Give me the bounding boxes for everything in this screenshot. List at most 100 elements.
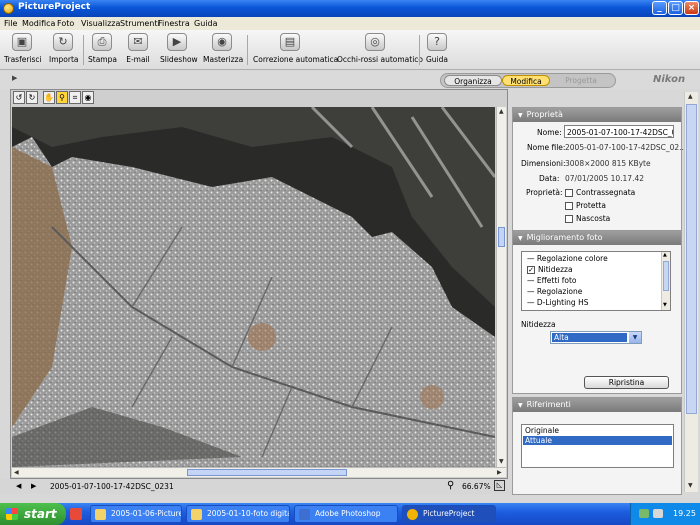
email-button[interactable]: ✉ E-mail: [124, 33, 152, 69]
scroll-down-arrow-icon[interactable]: ▼: [499, 458, 504, 465]
panel-toggle-icon[interactable]: ▶: [12, 74, 17, 82]
menu-modifica[interactable]: Modifica: [22, 19, 55, 28]
hand-pan-icon[interactable]: ✋: [43, 91, 55, 104]
scroll-thumb[interactable]: [187, 469, 347, 476]
toolbar-divider: [247, 35, 248, 65]
auto-correct-button[interactable]: ▤ Correzione automatica: [253, 33, 339, 69]
list-item-selected[interactable]: Attuale: [523, 436, 672, 445]
help-button[interactable]: ? Guida: [425, 33, 449, 69]
mode-tabs: Organizza Modifica Progetta: [440, 73, 616, 88]
enhancement-list: — Regolazione colore ✓ Nitidezza — Effet…: [521, 251, 671, 311]
zoom-level: 66.67%: [462, 482, 491, 491]
title-bar: PictureProject _ □ ×: [0, 0, 700, 17]
taskbar-item[interactable]: 2005-01-06-Picture P...: [90, 505, 182, 523]
maximize-button[interactable]: □: [668, 1, 683, 15]
auto-correct-icon: ▤: [280, 33, 300, 51]
main-toolbar: ▣ Trasferisci ↻ Importa ⎙ Stampa ✉ E-mai…: [0, 30, 700, 70]
magnifier-icon[interactable]: ⚲: [447, 480, 454, 491]
taskbar-item-active[interactable]: PictureProject: [402, 505, 496, 523]
minimize-button[interactable]: _: [652, 1, 667, 15]
auto-correct-label: Correzione automatica: [253, 55, 339, 64]
sharpness-checkbox[interactable]: ✓: [527, 266, 535, 274]
viewer-vertical-scrollbar[interactable]: ▲ ▼: [496, 107, 506, 467]
scroll-up-arrow-icon[interactable]: ▲: [663, 252, 667, 258]
flagged-checkbox[interactable]: [565, 189, 573, 197]
slideshow-icon: ▶: [167, 33, 187, 51]
sharpness-select[interactable]: Alta ▼: [550, 331, 642, 344]
slideshow-button[interactable]: ▶ Slideshow: [160, 33, 198, 69]
references-header[interactable]: ▼ Riferimenti: [513, 398, 681, 412]
speaker-icon[interactable]: [653, 509, 663, 518]
protected-checkbox[interactable]: [565, 202, 573, 210]
menu-foto[interactable]: Foto: [57, 19, 74, 28]
red-eye-button[interactable]: ◎ Occhi-rossi automatico: [337, 33, 424, 69]
date-value: 07/01/2005 10.17.42: [565, 174, 645, 183]
menu-guida[interactable]: Guida: [194, 19, 217, 28]
start-button[interactable]: start: [0, 503, 66, 525]
status-filename: 2005-01-07-100-17-42DSC_0231: [50, 482, 174, 491]
fit-window-icon[interactable]: ◺: [494, 480, 505, 491]
crop-icon[interactable]: ⌗: [69, 91, 81, 104]
red-eye-label: Occhi-rossi automatico: [337, 55, 424, 64]
burn-button[interactable]: ◉ Masterizza: [203, 33, 243, 69]
scroll-right-arrow-icon[interactable]: ▶: [497, 469, 502, 476]
next-photo-icon[interactable]: ▶: [31, 482, 36, 490]
scroll-thumb[interactable]: [663, 261, 669, 291]
list-item[interactable]: — Effetti foto: [527, 276, 577, 285]
menu-finestra[interactable]: Finestra: [158, 19, 190, 28]
print-button[interactable]: ⎙ Stampa: [88, 33, 117, 69]
panel-scrollbar[interactable]: ▲ ▼: [684, 92, 698, 492]
import-button[interactable]: ↻ Importa: [49, 33, 79, 69]
taskbar-item[interactable]: Adobe Photoshop: [294, 505, 398, 523]
hidden-checkbox[interactable]: [565, 215, 573, 223]
date-label: Data:: [539, 174, 560, 183]
properties-header[interactable]: ▼ Proprietà: [513, 108, 681, 122]
scroll-thumb[interactable]: [498, 227, 505, 247]
photo-canvas[interactable]: [12, 107, 495, 467]
eye-icon: ◎: [365, 33, 385, 51]
viewer-horizontal-scrollbar[interactable]: ◀ ▶: [12, 467, 506, 477]
list-item[interactable]: — D-Lighting HS: [527, 298, 588, 307]
name-field[interactable]: 2005-01-07-100-17-42DSC_02:: [564, 125, 674, 138]
rotate-left-icon[interactable]: ↺: [13, 91, 25, 104]
import-icon: ↻: [53, 33, 73, 51]
scroll-up-arrow-icon[interactable]: ▲: [499, 108, 504, 115]
taskbar-item[interactable]: 2005-01-10-foto digitali: [186, 505, 290, 523]
tab-organizza[interactable]: Organizza: [444, 75, 502, 86]
menu-visualizza[interactable]: Visualizza: [81, 19, 120, 28]
red-eye-icon[interactable]: ◉: [82, 91, 94, 104]
list-item[interactable]: — Regolazione: [527, 287, 582, 296]
toolbar-divider: [419, 35, 420, 65]
properties-panel: ▼ Proprietà Nome: 2005-01-07-100-17-42DSC…: [512, 107, 686, 231]
list-item[interactable]: — Regolazione colore: [527, 254, 608, 263]
tab-progetta[interactable]: Progetta: [550, 75, 612, 86]
menu-file[interactable]: File: [4, 19, 17, 28]
nikon-logo: Nikon: [653, 74, 686, 85]
name-label: Nome:: [537, 128, 562, 137]
list-item-label[interactable]: Nitidezza: [538, 265, 573, 274]
rotate-right-icon[interactable]: ↻: [26, 91, 38, 104]
transfer-button[interactable]: ▣ Trasferisci: [4, 33, 42, 69]
enhancement-header[interactable]: ▼ Miglioramento foto: [513, 231, 681, 245]
scroll-thumb[interactable]: [686, 104, 697, 414]
photoshop-icon: [299, 509, 310, 520]
zoom-icon[interactable]: ⚲: [56, 91, 68, 104]
references-list: Originale Attuale: [521, 424, 674, 468]
taskbar-item-label: Adobe Photoshop: [315, 509, 381, 518]
previous-photo-icon[interactable]: ◀: [16, 482, 21, 490]
dimensions-value: 3008×2000 815 KByte: [565, 159, 651, 168]
chevron-down-icon[interactable]: ▼: [629, 332, 641, 343]
scroll-up-arrow-icon[interactable]: ▲: [688, 93, 693, 100]
list-item[interactable]: Originale: [524, 426, 671, 435]
close-button[interactable]: ×: [684, 1, 699, 15]
reset-button[interactable]: Ripristina: [584, 376, 669, 389]
quick-launch-icon[interactable]: [70, 508, 82, 520]
list-scrollbar[interactable]: ▲ ▼: [661, 252, 670, 310]
network-icon[interactable]: [639, 509, 649, 518]
scroll-down-arrow-icon[interactable]: ▼: [663, 302, 667, 308]
scroll-left-arrow-icon[interactable]: ◀: [14, 469, 19, 476]
tab-modifica[interactable]: Modifica: [502, 75, 550, 86]
menu-strumenti[interactable]: Strumenti: [120, 19, 160, 28]
scroll-down-arrow-icon[interactable]: ▼: [688, 482, 693, 489]
email-label: E-mail: [126, 55, 150, 64]
